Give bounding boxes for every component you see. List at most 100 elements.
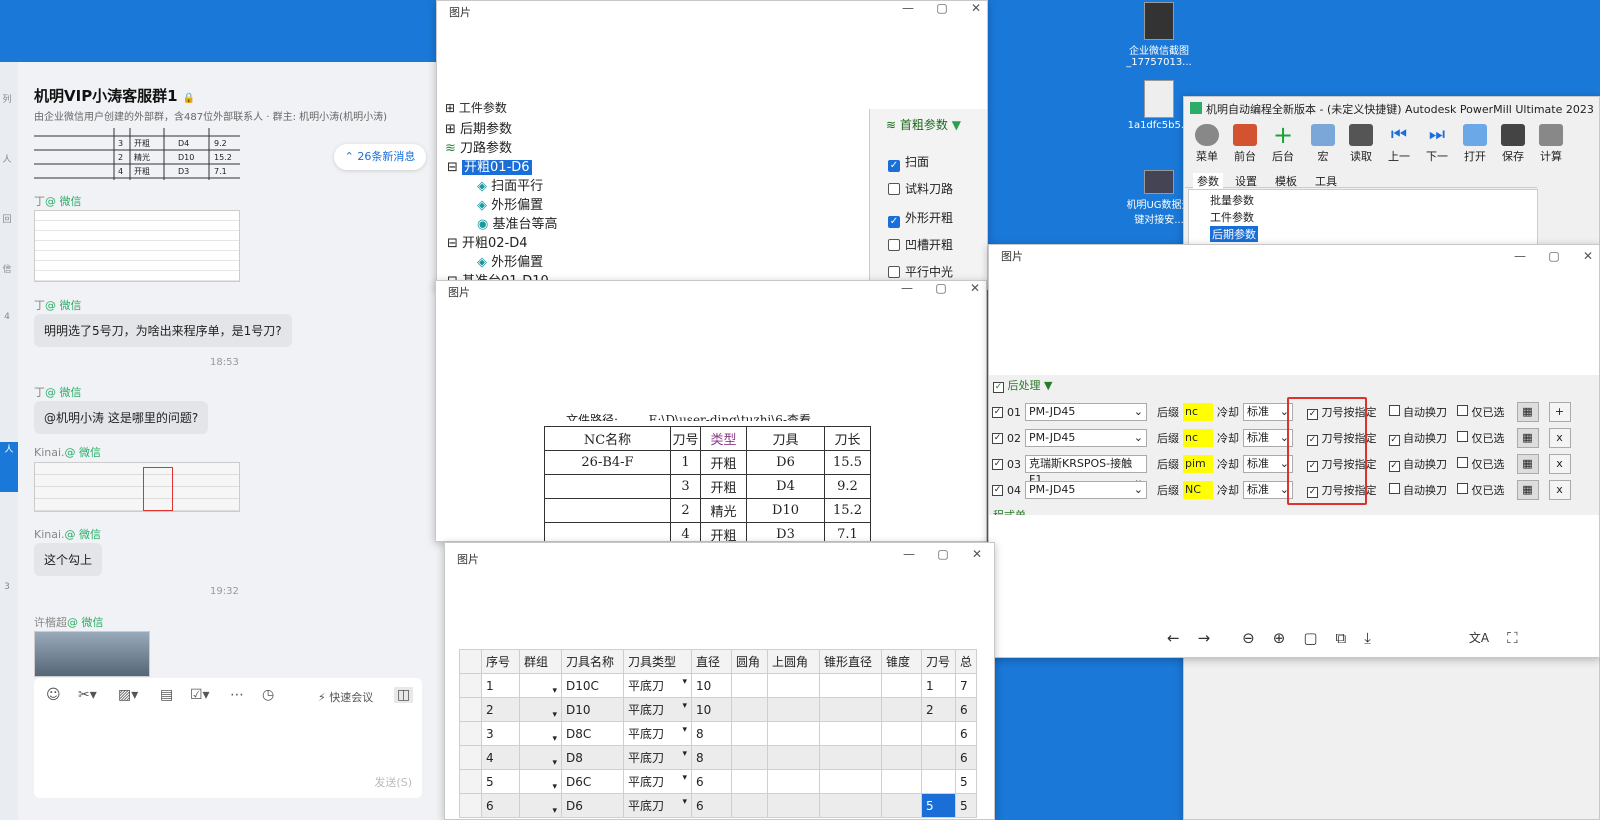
edit-post-icon[interactable]: ▦ xyxy=(1516,480,1539,500)
chat-image-post-settings[interactable] xyxy=(34,462,240,512)
checkbox[interactable] xyxy=(1457,431,1468,442)
table-row[interactable]: 6 ▾ D6 平底刀 ▾ 6 5 5 xyxy=(459,793,978,818)
column-header[interactable]: 上圆角 xyxy=(767,649,820,674)
table-cell[interactable]: 6 xyxy=(481,793,520,818)
section-header-2[interactable]: 程式单 xyxy=(993,507,1026,515)
option-sweep[interactable]: ✓ 扫面 xyxy=(888,153,929,172)
table-cell[interactable] xyxy=(731,793,768,818)
macro-button[interactable]: 宏 xyxy=(1304,124,1342,164)
table-cell[interactable]: 平底刀 ▾ xyxy=(623,793,692,818)
read-button[interactable]: 读取 xyxy=(1342,124,1380,164)
table-cell[interactable]: 3 xyxy=(481,721,520,746)
table-cell[interactable]: D6 xyxy=(561,793,624,818)
rail-item[interactable]: 人 xyxy=(0,152,14,168)
table-cell[interactable] xyxy=(819,793,882,818)
section-header[interactable]: ✓ 后处理 ▼ xyxy=(993,377,1052,393)
table-cell[interactable]: 6 xyxy=(691,769,732,794)
todo-icon[interactable]: ☑▾ xyxy=(190,687,210,703)
table-cell[interactable] xyxy=(767,673,820,698)
rail-item[interactable]: 4 xyxy=(0,312,14,328)
checkbox[interactable] xyxy=(1388,483,1400,494)
rotate-icon[interactable]: ⧉ xyxy=(1336,629,1347,647)
quick-meeting-button[interactable]: ⚡ 快速会议 xyxy=(318,689,373,705)
dropdown-arrow-icon[interactable]: ▾ xyxy=(552,686,557,696)
next-button[interactable]: ⏭ 下一 xyxy=(1418,124,1456,164)
suffix-input[interactable]: pim xyxy=(1183,455,1213,473)
table-cell[interactable]: 平底刀 ▾ xyxy=(623,673,692,698)
table-cell[interactable] xyxy=(767,745,820,770)
dropdown-arrow-icon[interactable]: ▾ xyxy=(552,710,557,720)
maximize-icon[interactable]: ▢ xyxy=(935,1,949,15)
option-parallel[interactable]: 平行中光 xyxy=(888,263,953,280)
tree-item-workpiece[interactable]: 工件参数 xyxy=(1210,209,1254,225)
post-select[interactable]: PM-JD45 ⌄ xyxy=(1025,403,1147,421)
previous-button[interactable]: ⏮ 上一 xyxy=(1380,124,1418,164)
table-cell[interactable]: 6 xyxy=(954,697,978,722)
table-cell[interactable]: ▾ xyxy=(519,673,562,698)
column-header[interactable]: 序号 xyxy=(481,649,520,674)
send-button[interactable]: 发送(S) xyxy=(374,774,412,790)
checkbox[interactable]: ✓ xyxy=(888,216,900,228)
column-header[interactable]: 总 xyxy=(954,649,978,674)
only-selected-option[interactable]: 仅已选 xyxy=(1457,430,1505,446)
table-cell[interactable]: 10 xyxy=(691,697,732,722)
table-row[interactable]: 4 ▾ D8 平底刀 ▾ 8 6 xyxy=(459,745,978,770)
table-cell[interactable] xyxy=(881,793,922,818)
dropdown-arrow-icon[interactable]: ▾ xyxy=(552,806,557,816)
tab-settings[interactable]: 设置 xyxy=(1235,173,1257,189)
table-cell[interactable]: 6 xyxy=(691,793,732,818)
row-action-button[interactable]: + xyxy=(1548,402,1571,422)
coolant-select[interactable]: 标准 ⌄ xyxy=(1243,429,1293,447)
table-cell[interactable] xyxy=(819,769,882,794)
tree-item[interactable]: ⊟ 开粗02-D4 xyxy=(447,232,528,251)
tree-item[interactable]: ◈ 扫面平行 xyxy=(477,175,543,194)
checkbox[interactable]: ✓ xyxy=(993,382,1004,393)
table-cell[interactable] xyxy=(767,793,820,818)
option-outline[interactable]: ✓ 外形开粗 xyxy=(888,209,953,228)
download-icon[interactable]: ⤓ xyxy=(1364,629,1371,647)
column-header[interactable]: 刀具类型 xyxy=(623,649,692,674)
tab-templates[interactable]: 模板 xyxy=(1275,173,1297,189)
dropdown-arrow-icon[interactable]: ▾ xyxy=(682,701,687,711)
minimize-icon[interactable]: — xyxy=(1513,249,1527,263)
close-icon[interactable]: ✕ xyxy=(968,281,982,295)
close-icon[interactable]: ✕ xyxy=(969,1,983,15)
tree-item[interactable]: ◉ 基准台等高 xyxy=(477,213,558,232)
close-icon[interactable]: ✕ xyxy=(1581,249,1595,263)
minimize-icon[interactable]: — xyxy=(900,281,914,295)
tree-item[interactable]: ⊞ 工件参数 xyxy=(445,99,507,116)
coolant-select[interactable]: 标准 ⌄ xyxy=(1243,403,1293,421)
table-cell[interactable]: D10 xyxy=(561,697,624,722)
table-cell[interactable] xyxy=(881,769,922,794)
zoom-out-icon[interactable]: ⊖ xyxy=(1242,629,1255,647)
table-cell[interactable]: D6C xyxy=(561,769,624,794)
table-cell[interactable]: ▾ xyxy=(519,769,562,794)
rail-item[interactable]: 回 xyxy=(0,212,14,228)
column-header[interactable]: 群组 xyxy=(519,649,562,674)
table-cell[interactable] xyxy=(881,745,922,770)
back-icon[interactable]: ← xyxy=(1167,629,1180,647)
suffix-input[interactable]: nc xyxy=(1183,403,1213,421)
checkbox[interactable]: ✓ xyxy=(888,160,900,172)
translate-icon[interactable]: 文A xyxy=(1469,629,1489,647)
foreground-button[interactable]: 前台 xyxy=(1226,124,1264,164)
more-icon[interactable]: ⋯ xyxy=(230,687,244,703)
table-cell[interactable]: 2 xyxy=(921,697,956,722)
tree-item[interactable]: ≋ 刀路参数 xyxy=(445,137,512,156)
table-cell[interactable]: 2 xyxy=(481,697,520,722)
fit-icon[interactable]: ▢ xyxy=(1303,629,1317,647)
table-cell[interactable]: ▾ xyxy=(519,721,562,746)
coolant-select[interactable]: 标准 ⌄ xyxy=(1243,481,1293,499)
edit-post-icon[interactable]: ▦ xyxy=(1516,428,1539,448)
option-pocket[interactable]: 凹槽开粗 xyxy=(888,236,953,253)
chat-image-photo[interactable] xyxy=(34,631,150,677)
minimize-icon[interactable]: — xyxy=(901,1,915,15)
column-header[interactable]: 锥形直径 xyxy=(819,649,882,674)
post-select[interactable]: 克瑞斯KRSPOS-接触F1 ⌄ xyxy=(1025,455,1147,486)
table-cell[interactable] xyxy=(767,697,820,722)
scan-icon[interactable]: ⛶ xyxy=(1507,629,1518,647)
checkbox[interactable] xyxy=(1457,405,1468,416)
table-cell[interactable]: 平底刀 ▾ xyxy=(623,745,692,770)
auto-tool-change-option[interactable]: 自动换刀 xyxy=(1388,404,1447,420)
table-row[interactable]: 2 ▾ D10 平底刀 ▾ 10 2 6 xyxy=(459,697,978,722)
